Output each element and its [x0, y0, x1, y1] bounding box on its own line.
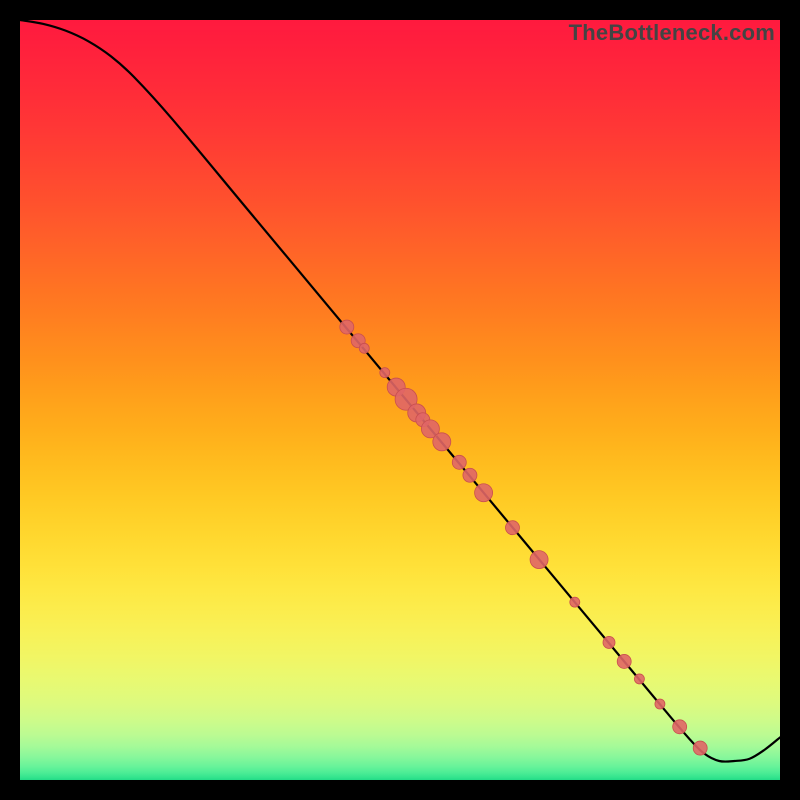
- data-marker: [603, 636, 615, 648]
- data-marker: [693, 741, 707, 755]
- chart-frame: TheBottleneck.com: [14, 14, 786, 786]
- data-marker: [570, 597, 580, 607]
- data-markers: [340, 320, 707, 755]
- data-marker: [452, 455, 466, 469]
- data-marker: [463, 468, 477, 482]
- data-marker: [359, 343, 369, 353]
- data-marker: [617, 654, 631, 668]
- data-marker: [505, 521, 519, 535]
- data-marker: [340, 320, 354, 334]
- data-marker: [673, 720, 687, 734]
- data-marker: [380, 368, 390, 378]
- data-marker: [634, 674, 644, 684]
- plot-area: TheBottleneck.com: [20, 20, 780, 780]
- data-marker: [655, 699, 665, 709]
- data-marker: [475, 484, 493, 502]
- chart-overlay: [20, 20, 780, 780]
- data-marker: [530, 551, 548, 569]
- data-marker: [433, 433, 451, 451]
